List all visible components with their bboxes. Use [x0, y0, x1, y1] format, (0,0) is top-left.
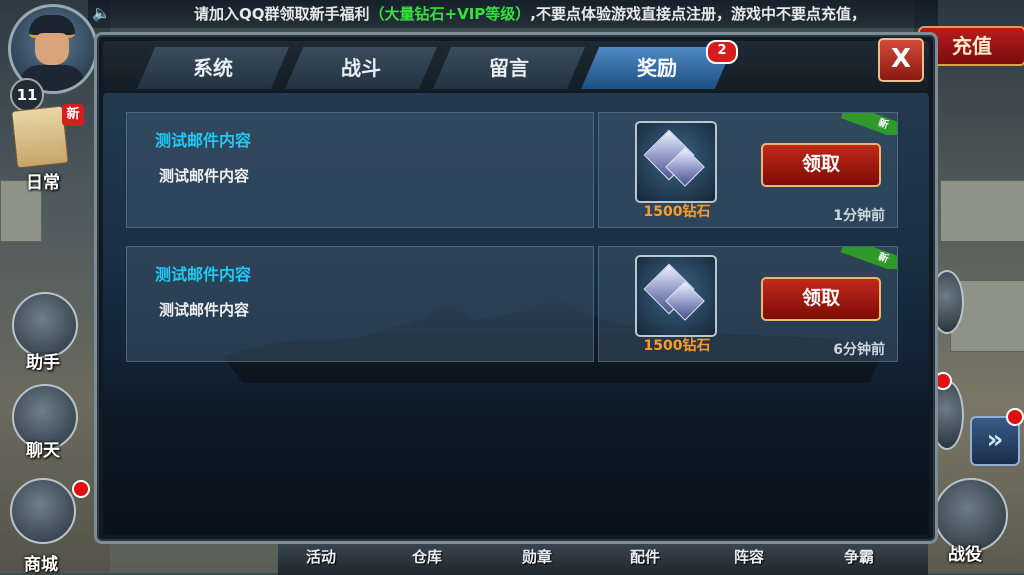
- tab-bar: 系统 战斗 留言 奖励: [103, 41, 929, 91]
- nav-medal[interactable]: 勋章: [522, 546, 552, 567]
- mail-reward-box: 新 1500钻石 领取 6分钟前: [598, 246, 898, 362]
- mail-body: 测试邮件内容: [159, 301, 250, 319]
- mail-item: 测试邮件内容 测试邮件内容 新 1500钻石 领取 6分钟前: [126, 246, 898, 364]
- nav-contest[interactable]: 争霸: [844, 546, 874, 567]
- rewards-count-badge: 2: [706, 40, 738, 64]
- claim-button[interactable]: 领取: [761, 277, 881, 321]
- mail-title: 测试邮件内容: [155, 265, 252, 284]
- arrow-notification-dot: [1006, 408, 1024, 426]
- daily-label[interactable]: 日常: [26, 168, 60, 193]
- mail-body: 测试邮件内容: [159, 167, 250, 185]
- background-building: [940, 180, 1024, 242]
- mail-content-box[interactable]: 测试邮件内容 测试邮件内容: [126, 112, 594, 228]
- claim-button[interactable]: 领取: [761, 143, 881, 187]
- sea-background: [103, 393, 929, 535]
- new-ribbon: 新: [823, 247, 897, 269]
- reward-amount: 1500钻石: [643, 204, 711, 220]
- mail-title: 测试邮件内容: [155, 131, 252, 150]
- helper-label[interactable]: 助手: [26, 348, 60, 373]
- tab-system[interactable]: 系统: [137, 47, 289, 89]
- mail-time: 6分钟前: [833, 342, 885, 358]
- daily-new-tag: 新: [62, 104, 84, 126]
- new-ribbon-label: 新: [840, 247, 897, 269]
- nav-warehouse[interactable]: 仓库: [412, 546, 442, 567]
- mail-item: 测试邮件内容 测试邮件内容 新 1500钻石 领取 1分钟前: [126, 112, 898, 230]
- reward-amount: 1500钻石: [643, 338, 711, 354]
- new-ribbon-label: 新: [840, 113, 897, 135]
- notice-text-highlight: （大量钻石+VIP等级）: [369, 5, 531, 23]
- close-button[interactable]: X: [878, 38, 924, 82]
- notice-bar: 🔈 请加入QQ群领取新手福利（大量钻石+VIP等级）,不要点体验游戏直接点注册，…: [88, 0, 938, 28]
- notice-text-suffix: ,不要点体验游戏直接点注册，游戏中不要点充值，: [530, 5, 866, 23]
- tab-battle[interactable]: 战斗: [285, 47, 437, 89]
- mail-content-box[interactable]: 测试邮件内容 测试邮件内容: [126, 246, 594, 362]
- new-ribbon: 新: [823, 113, 897, 135]
- mail-reward-box: 新 1500钻石 领取 1分钟前: [598, 112, 898, 228]
- daily-scroll-icon[interactable]: [11, 105, 69, 169]
- battle-label[interactable]: 战役: [948, 540, 982, 565]
- notice-text: 请加入QQ群领取新手福利（大量钻石+VIP等级）,不要点体验游戏直接点注册，游戏…: [194, 0, 866, 28]
- nav-lineup[interactable]: 阵容: [734, 546, 764, 567]
- chat-label[interactable]: 聊天: [26, 436, 60, 461]
- notice-text-prefix: 请加入QQ群领取新手福利: [194, 5, 370, 23]
- captain-face: [35, 33, 69, 65]
- shop-notification-dot: [72, 480, 90, 498]
- bottom-nav: 活动 仓库 勋章 配件 阵容 争霸: [278, 540, 928, 575]
- speaker-icon: 🔈: [92, 4, 111, 22]
- diamond-reward-icon[interactable]: [635, 121, 717, 203]
- tab-messages[interactable]: 留言: [433, 47, 585, 89]
- mail-time: 1分钟前: [833, 208, 885, 224]
- nav-activity[interactable]: 活动: [306, 546, 336, 567]
- nav-parts[interactable]: 配件: [630, 546, 660, 567]
- shop-label[interactable]: 商城: [24, 550, 58, 575]
- shop-icon[interactable]: [10, 478, 76, 544]
- diamond-reward-icon[interactable]: [635, 255, 717, 337]
